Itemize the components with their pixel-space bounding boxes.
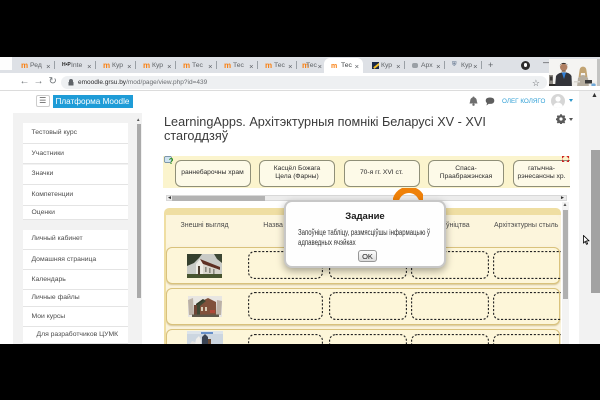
- svg-text:?: ?: [168, 157, 172, 165]
